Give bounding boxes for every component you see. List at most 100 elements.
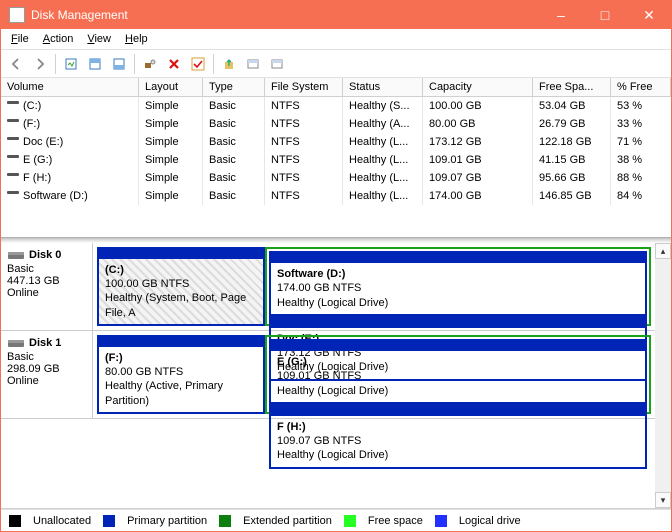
legend-swatch-extended xyxy=(219,515,231,527)
partition-title: Software (D:) xyxy=(277,268,345,280)
column-header-layout[interactable]: Layout xyxy=(139,78,203,96)
refresh-icon[interactable] xyxy=(60,53,82,75)
partition-body: (C:)100.00 GB NTFSHealthy (System, Boot,… xyxy=(99,259,263,324)
menu-action[interactable]: Action xyxy=(37,31,80,47)
volume-name: Software (D:) xyxy=(23,190,88,202)
volume-pct: 71 % xyxy=(611,133,671,151)
volume-layout: Simple xyxy=(139,97,203,115)
partition-primary[interactable]: (F:)80.00 GB NTFSHealthy (Active, Primar… xyxy=(97,335,265,414)
volume-type: Basic xyxy=(203,169,265,187)
volume-fs: NTFS xyxy=(265,187,343,205)
maximize-button[interactable]: □ xyxy=(583,1,627,29)
forward-button[interactable] xyxy=(29,53,51,75)
column-header-filesystem[interactable]: File System xyxy=(265,78,343,96)
scroll-up-icon[interactable]: ▴ xyxy=(655,243,671,259)
disk-label[interactable]: Disk 0Basic447.13 GBOnline xyxy=(1,243,93,330)
action07-icon[interactable] xyxy=(266,53,288,75)
partition-status: Healthy (System, Boot, Page File, A xyxy=(105,292,246,318)
settings-icon[interactable] xyxy=(139,53,161,75)
legend-label-freespace: Free space xyxy=(368,515,423,527)
volume-free: 53.04 GB xyxy=(533,97,611,115)
close-button[interactable]: ✕ xyxy=(627,1,671,29)
table-row[interactable]: Doc (E:)SimpleBasicNTFSHealthy (L...173.… xyxy=(1,133,671,151)
disk-partitions: (F:)80.00 GB NTFSHealthy (Active, Primar… xyxy=(93,331,655,418)
partition-size: 109.01 GB NTFS xyxy=(277,370,361,382)
legend-label-extended: Extended partition xyxy=(243,515,332,527)
table-row[interactable]: F (H:)SimpleBasicNTFSHealthy (L...109.07… xyxy=(1,169,671,187)
legend-swatch-freespace xyxy=(344,515,356,527)
partition-body: E (G:)109.01 GB NTFSHealthy (Logical Dri… xyxy=(271,351,645,402)
app-icon xyxy=(9,7,25,23)
check-icon[interactable] xyxy=(187,53,209,75)
partition-size: 80.00 GB NTFS xyxy=(105,366,183,378)
scroll-down-icon[interactable]: ▾ xyxy=(655,492,671,508)
volume-name: F (H:) xyxy=(23,172,51,184)
legend-swatch-unallocated xyxy=(9,515,21,527)
volume-layout: Simple xyxy=(139,169,203,187)
volume-type: Basic xyxy=(203,97,265,115)
menu-view[interactable]: View xyxy=(81,31,117,47)
table-row[interactable]: Software (D:)SimpleBasicNTFSHealthy (L..… xyxy=(1,187,671,205)
partition-logical[interactable]: Software (D:)174.00 GB NTFSHealthy (Logi… xyxy=(269,251,647,316)
volume-type: Basic xyxy=(203,115,265,133)
view-bottom-icon[interactable] xyxy=(108,53,130,75)
volume-pct: 84 % xyxy=(611,187,671,205)
partition-status: Healthy (Logical Drive) xyxy=(277,449,388,461)
volume-name: E (G:) xyxy=(23,154,52,166)
volume-type: Basic xyxy=(203,133,265,151)
volume-status: Healthy (A... xyxy=(343,115,423,133)
partition-title: E (G:) xyxy=(277,356,307,368)
table-row[interactable]: (C:)SimpleBasicNTFSHealthy (S...100.00 G… xyxy=(1,97,671,115)
table-row[interactable]: E (G:)SimpleBasicNTFSHealthy (L...109.01… xyxy=(1,151,671,169)
extended-partition[interactable]: Software (D:)174.00 GB NTFSHealthy (Logi… xyxy=(265,247,651,326)
volume-pct: 38 % xyxy=(611,151,671,169)
vertical-scrollbar[interactable]: ▴ ▾ xyxy=(655,243,671,508)
volume-free: 146.85 GB xyxy=(533,187,611,205)
partition-status: Healthy (Logical Drive) xyxy=(277,297,388,309)
volume-capacity: 109.01 GB xyxy=(423,151,533,169)
column-header-freespace[interactable]: Free Spa... xyxy=(533,78,611,96)
menu-file[interactable]: File xyxy=(5,31,35,47)
volume-layout: Simple xyxy=(139,187,203,205)
back-button[interactable] xyxy=(5,53,27,75)
action06-icon[interactable] xyxy=(242,53,264,75)
disk-row: Disk 1Basic298.09 GBOnline(F:)80.00 GB N… xyxy=(1,331,655,419)
volume-type: Basic xyxy=(203,151,265,169)
titlebar[interactable]: Disk Management ‒ □ ✕ xyxy=(1,1,671,29)
disk-state: Online xyxy=(7,287,86,299)
partition-logical[interactable]: F (H:) 109.07 GB NTFS Healthy (Logical Dri… xyxy=(269,404,647,469)
volume-capacity: 174.00 GB xyxy=(423,187,533,205)
partition-size: 109.07 GB NTFS xyxy=(277,435,361,447)
table-row[interactable]: (F:)SimpleBasicNTFSHealthy (A...80.00 GB… xyxy=(1,115,671,133)
volume-pct: 88 % xyxy=(611,169,671,187)
volume-status: Healthy (L... xyxy=(343,151,423,169)
column-header-type[interactable]: Type xyxy=(203,78,265,96)
delete-icon[interactable] xyxy=(163,53,185,75)
partition-body: Software (D:)174.00 GB NTFSHealthy (Logi… xyxy=(271,263,645,314)
partition-body: F (H:) 109.07 GB NTFS Healthy (Logical Dri… xyxy=(271,416,645,467)
column-header-volume[interactable]: Volume xyxy=(1,78,139,96)
minimize-button[interactable]: ‒ xyxy=(539,1,583,29)
legend-label-unallocated: Unallocated xyxy=(33,515,91,527)
volume-name: (C:) xyxy=(23,100,41,112)
volume-free: 122.18 GB xyxy=(533,133,611,151)
partition-body: (F:)80.00 GB NTFSHealthy (Active, Primar… xyxy=(99,347,263,412)
action05-icon[interactable] xyxy=(218,53,240,75)
column-header-status[interactable]: Status xyxy=(343,78,423,96)
partition-title: F (H:) xyxy=(277,421,306,433)
volume-free: 95.66 GB xyxy=(533,169,611,187)
disk-name: Disk 1 xyxy=(29,337,61,349)
column-header-pctfree[interactable]: % Free xyxy=(611,78,671,96)
view-top-icon[interactable] xyxy=(84,53,106,75)
volume-status: Healthy (L... xyxy=(343,187,423,205)
extended-partition[interactable]: E (G:)109.01 GB NTFSHealthy (Logical Dri… xyxy=(265,335,651,414)
menu-help[interactable]: Help xyxy=(119,31,154,47)
volume-layout: Simple xyxy=(139,115,203,133)
disk-label[interactable]: Disk 1Basic298.09 GBOnline xyxy=(1,331,93,418)
partition-logical[interactable]: E (G:)109.01 GB NTFSHealthy (Logical Dri… xyxy=(269,339,647,404)
drive-icon xyxy=(7,155,19,165)
toolbar xyxy=(1,50,671,78)
partition-primary[interactable]: (C:)100.00 GB NTFSHealthy (System, Boot,… xyxy=(97,247,265,326)
column-header-capacity[interactable]: Capacity xyxy=(423,78,533,96)
disk-size: 447.13 GB xyxy=(7,275,86,287)
